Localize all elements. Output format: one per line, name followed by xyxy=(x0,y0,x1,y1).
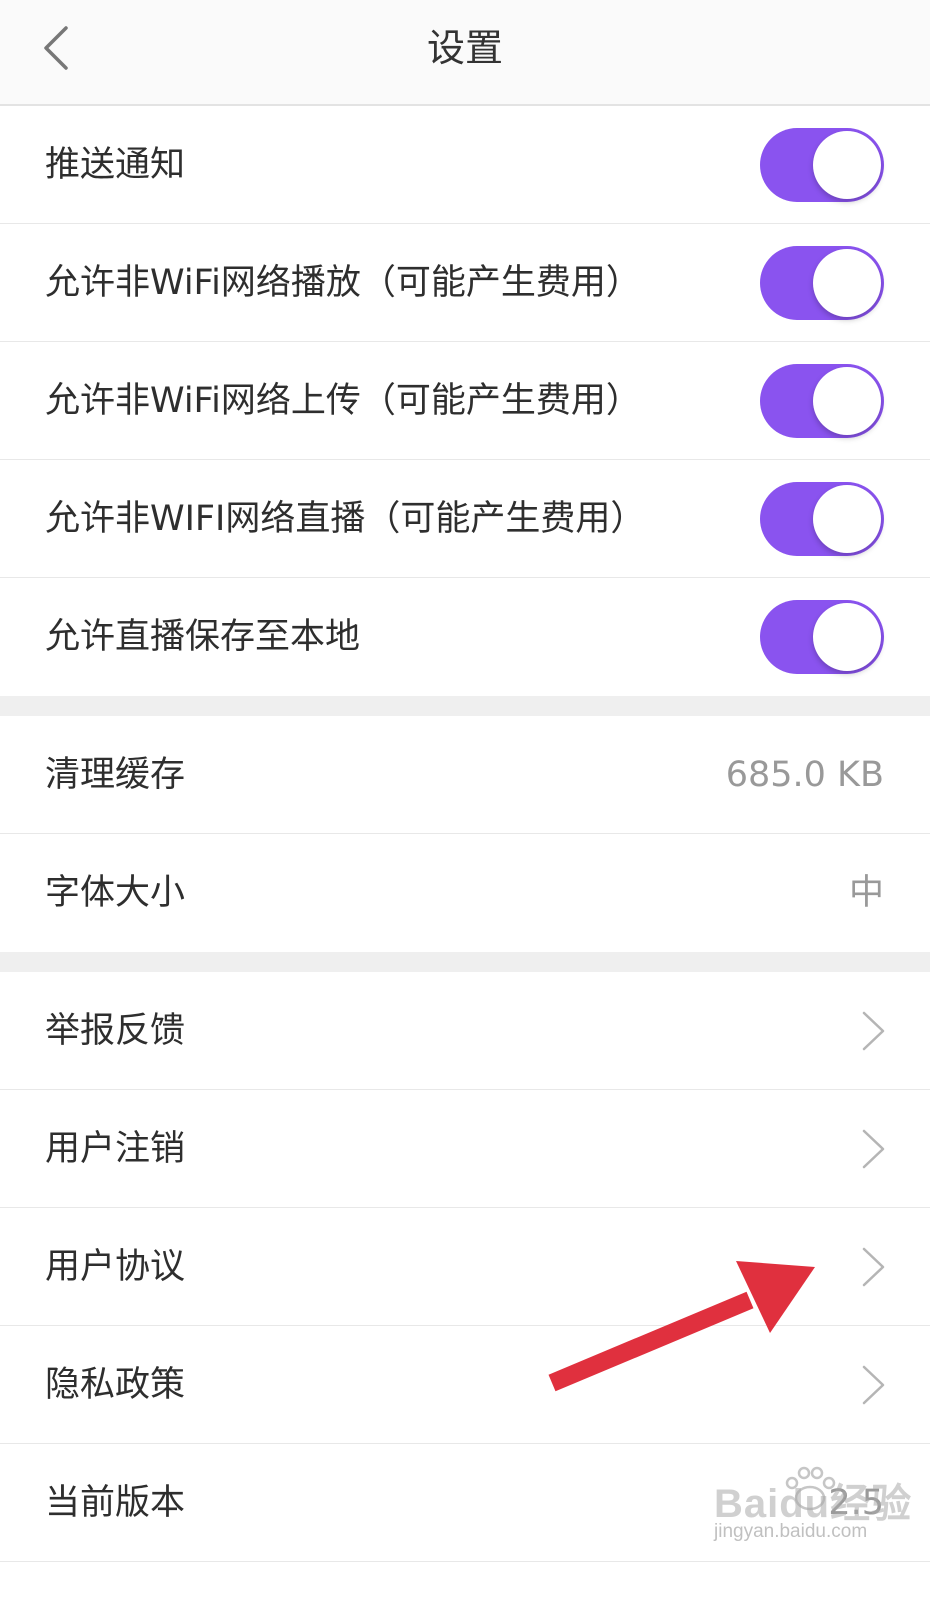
non-wifi-upload-toggle[interactable] xyxy=(760,364,884,438)
chevron-right-icon xyxy=(862,1129,885,1169)
section-divider xyxy=(0,696,930,716)
row-label: 隐私政策 xyxy=(45,1365,186,1405)
toggle-knob xyxy=(813,603,881,671)
font-size-row[interactable]: 字体大小 中 xyxy=(0,834,930,952)
toggle-knob xyxy=(813,485,881,553)
row-label: 推送通知 xyxy=(45,145,186,185)
chevron-right-icon xyxy=(862,1011,885,1051)
non-wifi-play-row: 允许非WiFi网络播放（可能产生费用） xyxy=(0,224,930,342)
chevron-right-icon xyxy=(862,1247,885,1287)
non-wifi-live-toggle[interactable] xyxy=(760,482,884,556)
non-wifi-play-toggle[interactable] xyxy=(760,246,884,320)
row-label: 允许直播保存至本地 xyxy=(45,617,361,657)
save-live-local-row: 允许直播保存至本地 xyxy=(0,578,930,696)
toggle-knob xyxy=(813,367,881,435)
row-label: 举报反馈 xyxy=(45,1011,186,1051)
toggle-knob xyxy=(813,249,881,317)
push-notification-toggle[interactable] xyxy=(760,128,884,202)
row-label: 字体大小 xyxy=(45,873,186,913)
non-wifi-live-row: 允许非WIFI网络直播（可能产生费用） xyxy=(0,460,930,578)
version-value: 2.5 xyxy=(828,1483,884,1523)
clear-cache-row[interactable]: 清理缓存 685.0 KB xyxy=(0,716,930,834)
push-notification-row: 推送通知 xyxy=(0,106,930,224)
save-live-local-toggle[interactable] xyxy=(760,600,884,674)
row-label: 允许非WiFi网络上传（可能产生费用） xyxy=(45,381,641,421)
section-divider xyxy=(0,952,930,972)
account-cancel-row[interactable]: 用户注销 xyxy=(0,1090,930,1208)
settings-page: 设置 推送通知 允许非WiFi网络播放（可能产生费用） 允许非WiFi网络上传（… xyxy=(0,0,930,1600)
page-title: 设置 xyxy=(426,26,503,70)
non-wifi-upload-row: 允许非WiFi网络上传（可能产生费用） xyxy=(0,342,930,460)
screen-edge xyxy=(930,0,948,1600)
row-label: 当前版本 xyxy=(45,1483,186,1523)
row-label: 清理缓存 xyxy=(45,755,186,795)
current-version-row: 当前版本 2.5 xyxy=(0,1444,930,1562)
row-label: 用户注销 xyxy=(45,1129,186,1169)
header-bar: 设置 xyxy=(0,0,930,106)
cache-size-value: 685.0 KB xyxy=(725,755,884,795)
row-label: 允许非WIFI网络直播（可能产生费用） xyxy=(45,499,646,539)
report-feedback-row[interactable]: 举报反馈 xyxy=(0,972,930,1090)
toggle-knob xyxy=(813,131,881,199)
row-label: 用户协议 xyxy=(45,1247,186,1287)
row-label: 允许非WiFi网络播放（可能产生费用） xyxy=(45,263,641,303)
annotation-arrow-icon xyxy=(548,1261,815,1392)
chevron-right-icon xyxy=(862,1365,885,1405)
font-size-value: 中 xyxy=(848,873,884,913)
